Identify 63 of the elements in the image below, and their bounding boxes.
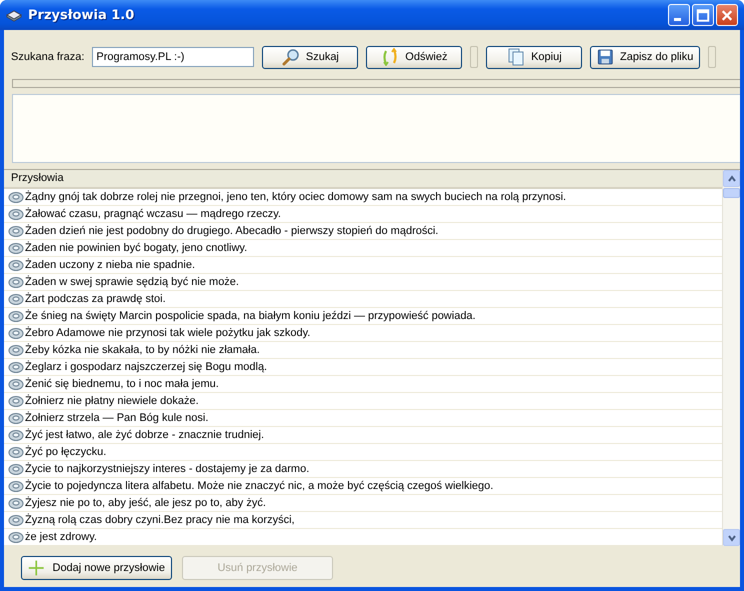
proverb-text[interactable]: Żeby kózka nie skakała, to by nóżki nie złamała.: [25, 344, 260, 356]
disc-icon: [8, 495, 24, 511]
add-button[interactable]: Dodaj nowe przysłowie: [21, 556, 172, 580]
window-title: Przysłowia 1.0: [28, 8, 134, 22]
maximize-button[interactable]: [692, 4, 714, 26]
toolbar-separator: [470, 46, 478, 68]
disc-icon: [8, 291, 24, 307]
proverb-text[interactable]: Żołnierz strzela — Pan Bóg kule nosi.: [25, 412, 208, 424]
proverb-text[interactable]: że jest zdrowy.: [25, 531, 97, 543]
proverb-text[interactable]: Żyć jest łatwo, ale żyć dobrze - znacznie trudniej.: [25, 429, 264, 441]
disc-icon: [8, 461, 24, 477]
search-label: Szukana fraza:: [11, 51, 84, 63]
proverb-text[interactable]: Żart podczas za prawdę stoi.: [25, 293, 166, 305]
proverb-text[interactable]: Żenić się biednemu, to i noc mała jemu.: [25, 378, 219, 390]
plus-icon: [28, 558, 44, 578]
disc-icon: [8, 393, 24, 409]
copy-button[interactable]: Kopiuj: [486, 46, 582, 68]
disc-icon: [8, 529, 24, 545]
disc-icon: [8, 512, 24, 528]
refresh-arrows-icon: [381, 48, 400, 66]
scrollbar-thumb[interactable]: [723, 188, 740, 198]
disc-icon: [8, 427, 24, 443]
disc-icon: [8, 359, 24, 375]
proverb-text[interactable]: Żyzną rolą czas dobry czyni.Bez pracy nie ma korzyści,: [25, 514, 295, 526]
minimize-button[interactable]: [668, 4, 690, 26]
proverb-text[interactable]: Życie to pojedyncza litera alfabetu. Może nie znaczyć nic, a może być częścią czegoś wielkiego.: [25, 480, 494, 492]
disc-icon: [8, 240, 24, 256]
proverb-text[interactable]: Żaden w swej sprawie sędzią być nie może.: [25, 276, 239, 288]
proverb-text[interactable]: Że śnieg na święty Marcin pospolicie spada, na białym koniu jeździ — przypowieść powiada.: [25, 310, 476, 322]
disc-icon: [8, 376, 24, 392]
refresh-button[interactable]: Odśwież: [366, 46, 462, 68]
minimize-icon: [674, 18, 680, 20]
proverb-text[interactable]: Żałować czasu, pragnąć wczasu — mądrego rzeczy.: [25, 208, 281, 220]
proverb-text[interactable]: Żaden nie powinien być bogaty, jeno cnotliwy.: [25, 242, 248, 254]
disc-icon: [8, 444, 24, 460]
pages-icon: [507, 48, 526, 66]
disc-icon: [8, 410, 24, 426]
disc-icon: [8, 325, 24, 341]
disc-icon: [8, 189, 24, 205]
proverb-text[interactable]: Żaden uczony z nieba nie spadnie.: [25, 259, 196, 271]
search-field[interactable]: Programosy.PL :-): [92, 47, 254, 67]
vertical-scrollbar[interactable]: [722, 170, 740, 546]
disc-icon: [8, 223, 24, 239]
magnifier-icon: [282, 48, 300, 66]
close-button[interactable]: [716, 4, 738, 26]
disc-icon: [8, 206, 24, 222]
disc-icon: [8, 342, 24, 358]
disc-icon: [8, 308, 24, 324]
proverb-text[interactable]: Żebro Adamowe nie przynosi tak wiele pożytku jak szkody.: [25, 327, 310, 339]
proverb-text[interactable]: Żaden dzień nie jest podobny do drugiego. Abecadło - pierwszy stopień do mądrości.: [25, 225, 438, 237]
disc-icon: [8, 257, 24, 273]
disc-icon: [8, 274, 24, 290]
proverb-text[interactable]: Żeglarz i gospodarz najszczerzej się Bogu modlą.: [25, 361, 268, 373]
proverb-text[interactable]: Żołnierz nie płatny niewiele dokaże.: [25, 395, 199, 407]
proverb-text[interactable]: Żyć po łęczycku.: [25, 446, 106, 458]
proverb-text[interactable]: Życie to najkorzystniejszy interes - dostajemy je za darmo.: [25, 463, 310, 475]
disc-icon: [8, 478, 24, 494]
proverb-text[interactable]: Żyjesz nie po to, aby jeść, ale jesz po to, aby żyć.: [25, 497, 266, 509]
save-button[interactable]: Zapisz do pliku: [590, 46, 700, 68]
proverb-text[interactable]: Żądny gnój tak dobrze rolej nie przegnoi, jeno ten, który ociec domowy sam na swych buciech na rolą przynosi.: [25, 191, 566, 203]
column-header[interactable]: Przysłowia: [4, 170, 722, 189]
toolbar-separator: [708, 46, 716, 68]
search-button[interactable]: Szukaj: [262, 46, 358, 68]
